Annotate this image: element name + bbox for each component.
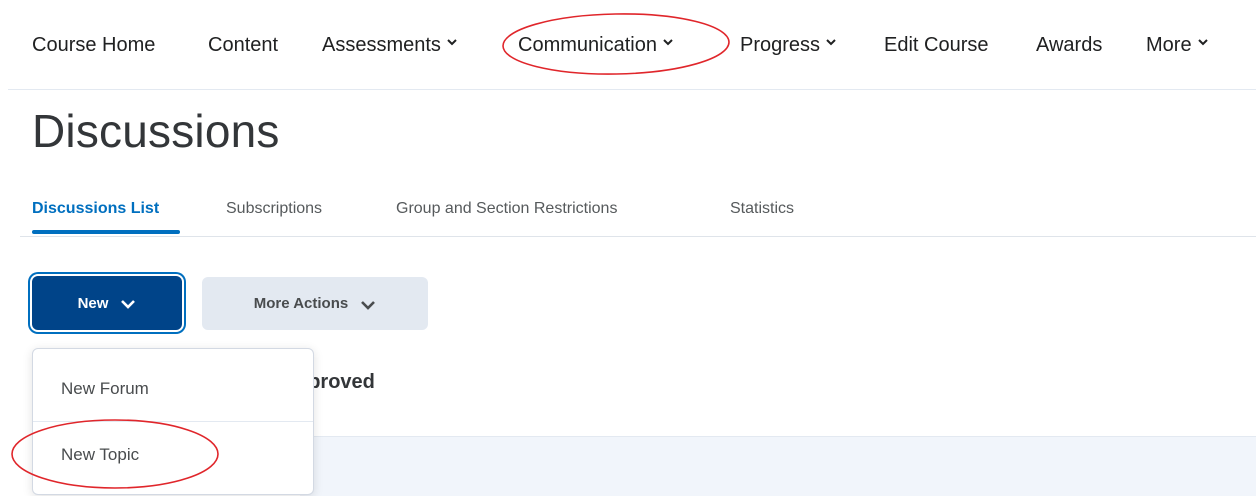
content-panel — [300, 436, 1256, 496]
nav-awards[interactable]: Awards — [1036, 34, 1102, 57]
chevron-down-icon — [447, 39, 457, 48]
menu-item-new-topic[interactable]: New Topic — [61, 445, 139, 465]
more-actions-button[interactable]: More Actions — [202, 277, 428, 330]
nav-more[interactable]: More — [1146, 34, 1208, 57]
chevron-down-icon — [360, 298, 376, 310]
nav-assessments-label: Assessments — [322, 34, 441, 56]
new-dropdown-menu: New Forum New Topic — [32, 348, 314, 495]
tab-discussions-list[interactable]: Discussions List — [32, 200, 159, 218]
active-tab-indicator — [32, 230, 180, 234]
nav-course-home[interactable]: Course Home — [32, 34, 155, 57]
page-title: Discussions — [32, 105, 280, 157]
nav-edit-course[interactable]: Edit Course — [884, 34, 989, 57]
chevron-down-icon — [1197, 39, 1208, 48]
nav-more-label: More — [1146, 34, 1192, 56]
nav-assessments[interactable]: Assessments — [322, 34, 457, 57]
nav-communication-label: Communication — [518, 34, 657, 56]
chevron-down-icon — [663, 39, 673, 48]
navbar-divider — [8, 89, 1256, 90]
menu-separator — [33, 421, 313, 422]
course-navbar: Course Home Content Assessments Communic… — [0, 0, 1256, 92]
new-button-label: New — [77, 294, 109, 312]
tab-group-section-restrictions[interactable]: Group and Section Restrictions — [396, 200, 617, 218]
chevron-down-icon — [826, 39, 836, 48]
new-button[interactable]: New — [32, 276, 182, 330]
chevron-down-icon — [120, 297, 136, 309]
more-actions-label: More Actions — [253, 295, 349, 312]
nav-progress-label: Progress — [740, 34, 821, 56]
discussions-tabs: Discussions List Subscriptions Group and… — [0, 190, 1256, 238]
nav-content[interactable]: Content — [208, 34, 278, 57]
nav-communication[interactable]: Communication — [518, 34, 673, 57]
tab-statistics[interactable]: Statistics — [730, 200, 794, 218]
nav-progress[interactable]: Progress — [740, 34, 836, 57]
tab-subscriptions[interactable]: Subscriptions — [226, 200, 322, 218]
menu-item-new-forum[interactable]: New Forum — [61, 379, 149, 399]
tabs-baseline — [20, 236, 1256, 237]
